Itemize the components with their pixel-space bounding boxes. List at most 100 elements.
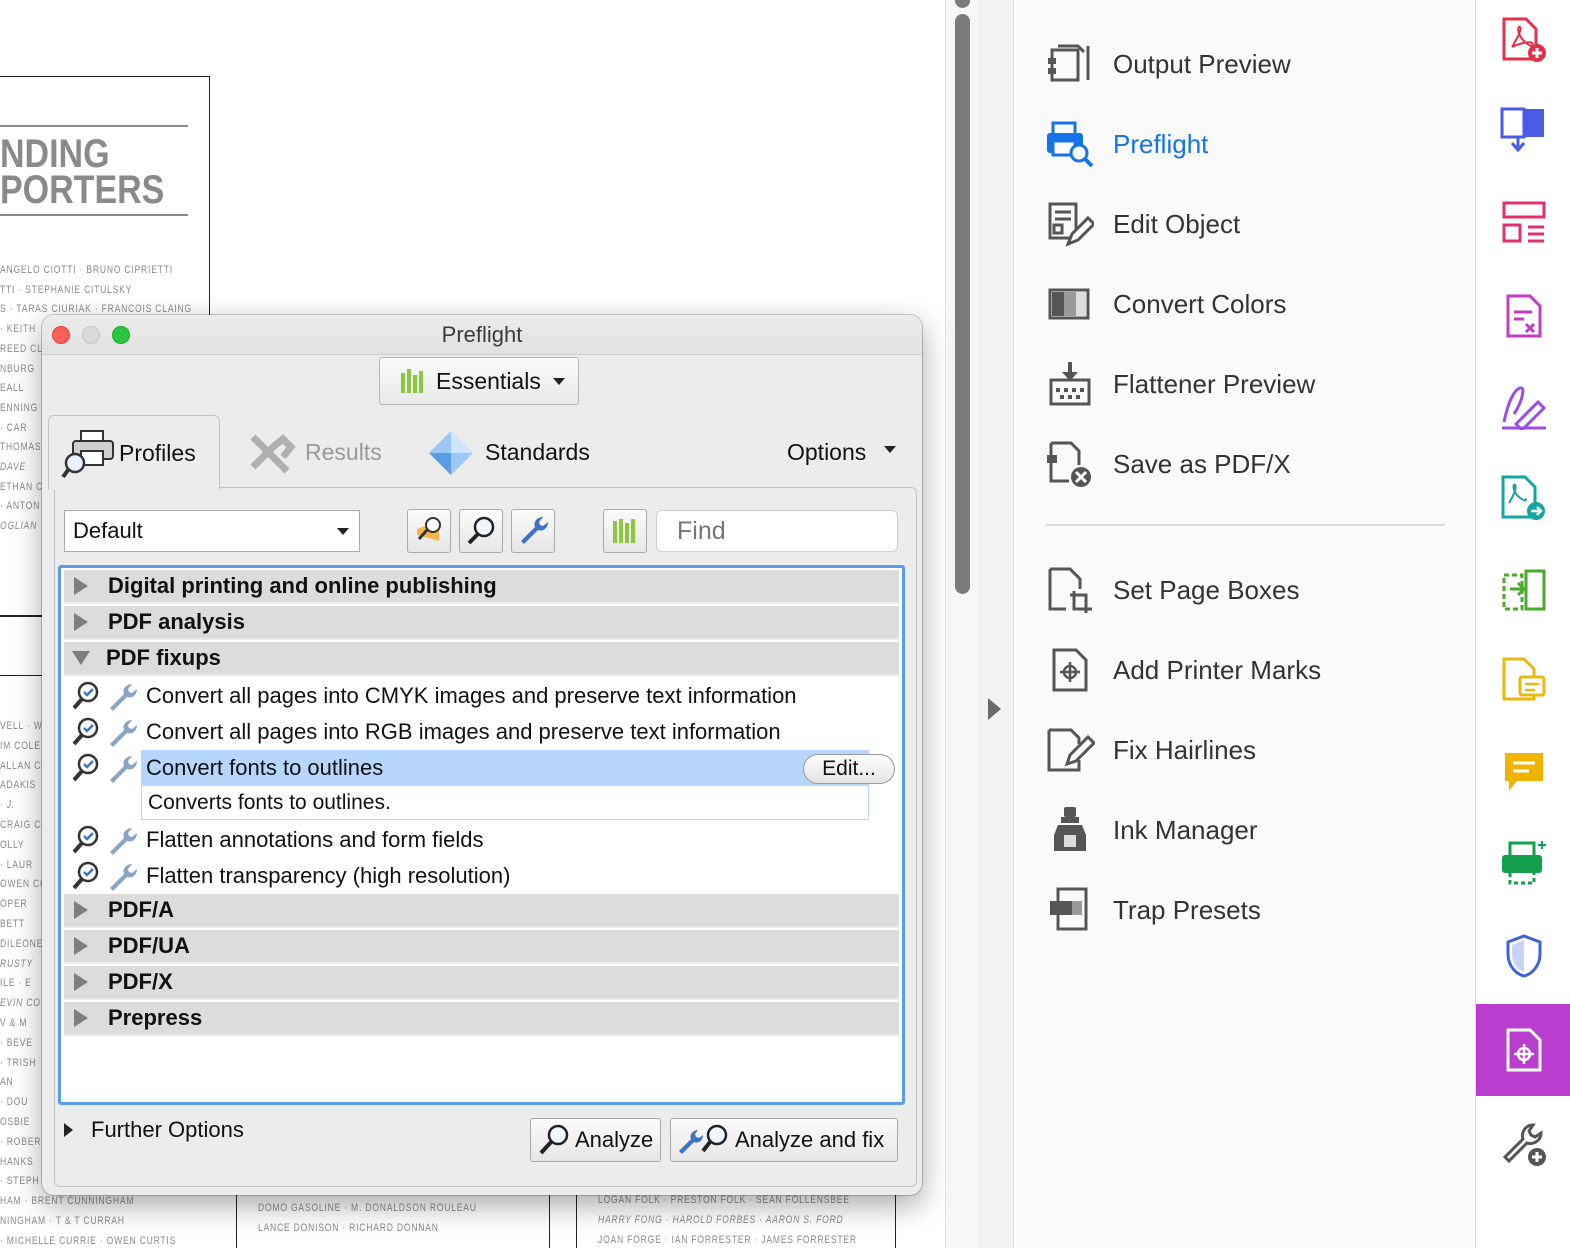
disclosure-triangle-icon[interactable] bbox=[74, 937, 88, 955]
magnifier-icon bbox=[72, 753, 99, 782]
organize-pages-icon[interactable] bbox=[1476, 182, 1570, 262]
document-name-line: DILEONE bbox=[0, 937, 44, 950]
list-group-row[interactable]: PDF analysis bbox=[64, 606, 899, 640]
chevron-down-icon bbox=[884, 446, 897, 453]
analyze-button[interactable]: Analyze bbox=[530, 1118, 661, 1162]
analyze-label: Analyze bbox=[575, 1127, 654, 1152]
vertical-scrollbar-thumb[interactable] bbox=[955, 14, 970, 594]
show-fixups-button[interactable] bbox=[511, 509, 555, 553]
tool-flattener-preview[interactable]: Flattener Preview bbox=[1045, 354, 1465, 414]
list-item[interactable]: Convert all pages into RGB images and pr… bbox=[64, 714, 899, 750]
show-library-items-button[interactable] bbox=[603, 509, 647, 553]
disclosure-triangle-icon[interactable] bbox=[74, 973, 88, 991]
document-name-line: ENNING bbox=[0, 401, 39, 414]
profile-select[interactable]: Default bbox=[64, 510, 360, 552]
list-group-row[interactable]: PDF/UA bbox=[64, 930, 899, 964]
results-icon bbox=[250, 433, 296, 473]
document-name-line: HAM · BRENT CUNNINGHAM bbox=[0, 1195, 135, 1208]
tool-trap-presets[interactable]: Trap Presets bbox=[1045, 880, 1465, 940]
item-icons bbox=[64, 752, 146, 784]
magnifier-icon bbox=[72, 717, 99, 746]
document-name-line: THOMAS bbox=[0, 441, 42, 454]
show-checks-button[interactable] bbox=[459, 509, 503, 553]
comment-icon[interactable] bbox=[1476, 640, 1570, 720]
list-group-row[interactable]: PDF/X bbox=[64, 966, 899, 1000]
item-icons bbox=[64, 716, 146, 748]
tools-divider bbox=[1045, 524, 1445, 526]
further-options-toggle[interactable]: Further Options bbox=[64, 1117, 244, 1143]
tool-add-printer-marks[interactable]: Add Printer Marks bbox=[1045, 640, 1465, 700]
list-group-row[interactable]: PDF fixups bbox=[64, 642, 899, 676]
disclosure-triangle-icon[interactable] bbox=[74, 613, 88, 631]
acrobat-window: NDING PORTERS ANGELO CIOTTI · BRUNO CIPR… bbox=[0, 0, 1570, 1248]
protect-icon[interactable] bbox=[1476, 916, 1570, 996]
tool-convert-colors[interactable]: Convert Colors bbox=[1045, 274, 1465, 334]
tool-ink-manager[interactable]: Ink Manager bbox=[1045, 800, 1465, 860]
document-name-line: ILE · E bbox=[0, 977, 32, 990]
sticky-note-icon[interactable] bbox=[1476, 732, 1570, 812]
disclosure-triangle-icon[interactable] bbox=[74, 577, 88, 595]
group-label: PDF/X bbox=[108, 969, 173, 994]
print-production-selected-icon[interactable] bbox=[1476, 1004, 1570, 1096]
create-pdf-icon[interactable] bbox=[1476, 0, 1570, 80]
fill-sign-icon[interactable] bbox=[1476, 366, 1570, 446]
list-item[interactable]: Flatten transparency (high resolution) bbox=[64, 858, 899, 894]
list-item[interactable]: Flatten annotations and form fields bbox=[64, 822, 899, 858]
tool-label: Output Preview bbox=[1113, 48, 1291, 79]
combine-files-icon[interactable] bbox=[1476, 90, 1570, 170]
dialog-titlebar[interactable]: Preflight bbox=[42, 315, 922, 355]
document-title-line-2: PORTERS bbox=[0, 168, 165, 212]
wrench-magnifier-icon bbox=[679, 1124, 728, 1154]
list-group-row[interactable]: Prepress bbox=[64, 1002, 899, 1036]
document-name-line: · ROBER bbox=[0, 1135, 42, 1148]
find-input[interactable] bbox=[656, 510, 898, 552]
document-name-line: · J. bbox=[0, 799, 16, 812]
tool-preflight[interactable]: Preflight bbox=[1045, 114, 1465, 174]
set-page-boxes-icon bbox=[1045, 565, 1095, 615]
document-name-line: ADAKIS bbox=[0, 779, 37, 792]
list-group-row[interactable]: PDF/A bbox=[64, 894, 899, 928]
document-name-line: NINGHAM · T & T CURRAH bbox=[0, 1215, 125, 1227]
create-droplet-button[interactable] bbox=[407, 509, 451, 553]
group-label: PDF/UA bbox=[108, 933, 190, 958]
document-name-line: · KEITH bbox=[0, 323, 36, 336]
more-tools-icon[interactable] bbox=[1476, 1104, 1570, 1184]
document-col3-line: JOAN FORGE · IAN FORRESTER · JAMES FORRE… bbox=[598, 1234, 857, 1246]
tab-results[interactable]: Results bbox=[247, 415, 382, 490]
tool-fix-hairlines[interactable]: Fix Hairlines bbox=[1045, 720, 1465, 780]
list-item-selected[interactable]: Convert fonts to outlines bbox=[64, 750, 899, 786]
edit-object-icon bbox=[1045, 199, 1095, 249]
document-col3-line: LOGAN FOLK · PRESTON FOLK · SEAN FOLLENS… bbox=[598, 1194, 850, 1206]
document-col3-line: HARRY FONG · HAROLD FORBES · AARON S. FO… bbox=[598, 1214, 844, 1226]
library-dropdown[interactable]: Essentials bbox=[379, 357, 579, 405]
print-production-icon[interactable] bbox=[1476, 824, 1570, 904]
tool-label: Save as PDF/X bbox=[1113, 448, 1291, 479]
disclosure-triangle-icon[interactable] bbox=[74, 1009, 88, 1027]
profiles-icon bbox=[61, 430, 114, 479]
item-icons bbox=[64, 860, 146, 892]
list-group-row[interactable]: Digital printing and online publishing bbox=[64, 570, 899, 604]
tool-save-as-pdfx[interactable]: Save as PDF/X bbox=[1045, 434, 1465, 494]
tool-set-page-boxes[interactable]: Set Page Boxes bbox=[1045, 560, 1465, 620]
disclosure-triangle-icon[interactable] bbox=[64, 1123, 73, 1137]
compare-files-icon[interactable] bbox=[1476, 550, 1570, 630]
edit-pdf-icon[interactable] bbox=[1476, 276, 1570, 356]
group-label: Digital printing and online publishing bbox=[108, 573, 497, 598]
tool-output-preview[interactable]: Output Preview bbox=[1045, 34, 1465, 94]
export-pdf-icon[interactable] bbox=[1476, 458, 1570, 538]
item-icons bbox=[64, 824, 146, 856]
tab-standards[interactable]: Standards bbox=[427, 415, 590, 490]
list-item[interactable]: Convert all pages into CMYK images and p… bbox=[64, 678, 899, 714]
document-name-line: HANKS bbox=[0, 1155, 34, 1168]
disclosure-triangle-open-icon[interactable] bbox=[72, 651, 90, 665]
disclosure-triangle-icon[interactable] bbox=[74, 901, 88, 919]
standards-icon bbox=[429, 430, 473, 475]
analyze-and-fix-button[interactable]: Analyze and fix bbox=[670, 1118, 898, 1162]
tab-label: Standards bbox=[485, 439, 590, 465]
options-menu[interactable]: Options bbox=[787, 415, 897, 490]
tool-edit-object[interactable]: Edit Object bbox=[1045, 194, 1465, 254]
wrench-icon bbox=[110, 864, 137, 891]
wrench-icon bbox=[110, 756, 137, 783]
collapse-panel-icon[interactable] bbox=[988, 698, 1001, 720]
tab-profiles[interactable]: Profiles bbox=[48, 415, 220, 490]
